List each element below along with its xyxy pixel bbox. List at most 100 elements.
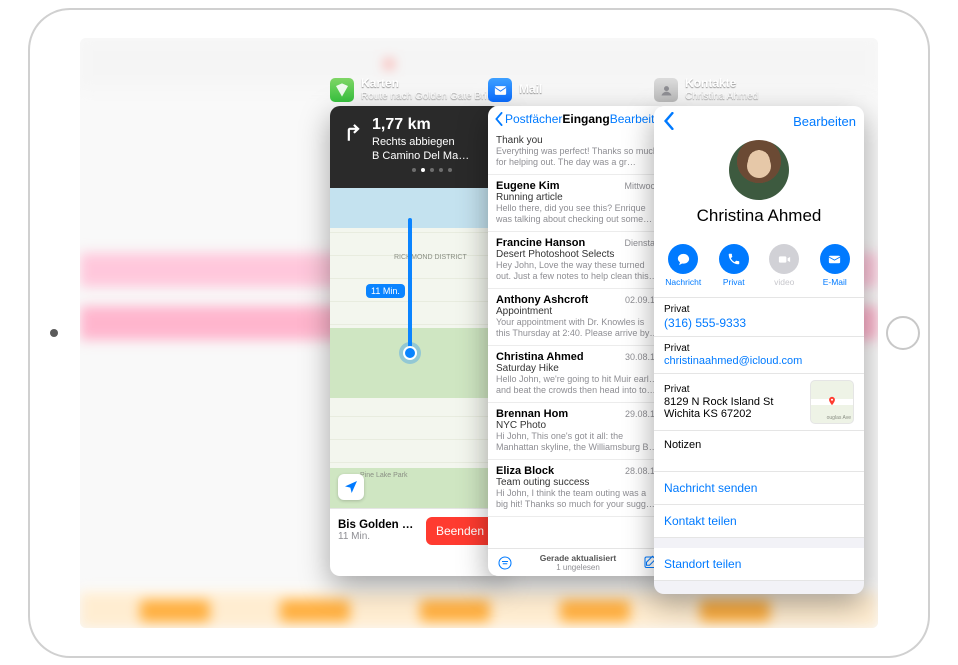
maps-app-name: Karten <box>361 77 497 91</box>
home-button[interactable] <box>886 316 920 350</box>
contact-avatar[interactable] <box>729 140 789 200</box>
mail-sender: Brennan Hom <box>496 408 568 420</box>
contact-send-message-link[interactable]: Nachricht senden <box>654 472 864 505</box>
maps-eta-badge: 11 Min. <box>366 284 405 298</box>
turn-right-icon <box>338 118 364 144</box>
contacts-app-name: Kontakte <box>685 77 758 91</box>
contact-name: Christina Ahmed <box>654 206 864 226</box>
envelope-icon <box>827 252 842 267</box>
contact-email-value: christinaahmed@icloud.com <box>664 355 854 367</box>
mail-message-item[interactable]: Thank youEverything was perfect! Thanks … <box>488 130 668 175</box>
contact-address-value: 8129 N Rock Island St Wichita KS 67202 <box>664 396 804 420</box>
mail-subject: NYC Photo <box>496 420 660 431</box>
maps-destination-title: Bis Golden G… <box>338 519 420 531</box>
maps-distance: 1,77 km <box>372 116 492 134</box>
maps-map-area[interactable]: RICHMOND DISTRICT Pine Lake Park 11 Min. <box>330 188 502 508</box>
contact-action-mail[interactable]: E-Mail <box>813 244 857 287</box>
mail-back-button[interactable]: Postfächer <box>494 112 562 126</box>
location-arrow-icon <box>343 479 359 495</box>
mail-sender: Christina Ahmed <box>496 351 584 363</box>
contact-email-row[interactable]: Privat christinaahmed@icloud.com <box>654 337 864 374</box>
mail-message-item[interactable]: Brennan Hom29.08.19NYC PhotoHi John, Thi… <box>488 403 668 460</box>
mail-app-icon <box>488 78 512 102</box>
contact-navbar: Bearbeiten <box>654 106 864 136</box>
mail-sender: Francine Hanson <box>496 237 585 249</box>
mail-app-name: Mail <box>519 83 542 97</box>
mail-navbar: Postfächer Eingang Bearbeit… <box>488 106 668 130</box>
contact-address-map-thumbnail[interactable]: ouglas Ave <box>810 380 854 424</box>
contact-share-contact-link[interactable]: Kontakt teilen <box>654 505 864 538</box>
mail-sender: Eliza Block <box>496 465 554 477</box>
stack-header-contacts[interactable]: Kontakte Christina Ahmed <box>654 72 758 108</box>
mail-subject: Running article <box>496 192 660 203</box>
contact-header: Christina Ahmed <box>654 136 864 236</box>
contact-share-location-link[interactable]: Standort teilen <box>654 548 864 581</box>
maps-locate-button[interactable] <box>338 474 364 500</box>
ipad-screen: Karten Route nach Golden Gate Bri… 1,77 … <box>80 38 878 628</box>
contact-action-video: video <box>762 244 806 287</box>
maps-app-icon <box>330 78 354 102</box>
mail-preview: Hello John, we're going to hit Muir earl… <box>496 374 660 396</box>
mail-message-item[interactable]: Eliza Block28.08.19Team outing successHi… <box>488 460 668 517</box>
contact-action-call[interactable]: Privat <box>712 244 756 287</box>
maps-card[interactable]: 1,77 km Rechts abbiegen B Camino Del Ma…… <box>330 106 502 576</box>
contact-action-row: Nachricht Privat video E-Mail <box>654 236 864 298</box>
mail-subject: Desert Photoshoot Selects <box>496 249 660 260</box>
contact-address-row[interactable]: Privat 8129 N Rock Island St Wichita KS … <box>654 374 864 431</box>
mail-subject: Saturday Hike <box>496 363 660 374</box>
mail-message-list[interactable]: Thank youEverything was perfect! Thanks … <box>488 130 668 548</box>
contact-phone-value: (316) 555-9333 <box>664 316 854 330</box>
maps-current-location-dot <box>403 346 417 360</box>
maps-end-button[interactable]: Beenden <box>426 517 494 545</box>
mail-message-item[interactable]: Anthony Ashcroft02.09.19AppointmentYour … <box>488 289 668 346</box>
maps-destination-eta: 11 Min. <box>338 531 420 542</box>
contact-email-label: Privat <box>664 343 854 354</box>
maps-app-subtitle: Route nach Golden Gate Bri… <box>361 91 497 103</box>
contact-action-mail-label: E-Mail <box>823 277 847 287</box>
mail-preview: Hello there, did you see this? Enrique w… <box>496 203 660 225</box>
mail-filter-button[interactable] <box>496 554 514 572</box>
video-icon <box>777 252 792 267</box>
contact-notes-label: Notizen <box>664 439 854 451</box>
contact-action-call-label: Privat <box>723 277 745 287</box>
mail-message-item[interactable]: Eugene KimMittwochRunning articleHello t… <box>488 175 668 232</box>
mail-message-item[interactable]: Christina Ahmed30.08.19Saturday HikeHell… <box>488 346 668 403</box>
contact-action-video-label: video <box>774 277 794 287</box>
contact-edit-button[interactable]: Bearbeiten <box>793 114 856 129</box>
ipad-frame: Karten Route nach Golden Gate Bri… 1,77 … <box>28 8 930 658</box>
contact-card[interactable]: Bearbeiten Christina Ahmed Nachricht Pri… <box>654 106 864 594</box>
maps-instruction: Rechts abbiegen B Camino Del Ma… <box>372 136 492 164</box>
contact-action-message[interactable]: Nachricht <box>661 244 705 287</box>
contact-action-message-label: Nachricht <box>665 277 701 287</box>
contact-phone-row[interactable]: Privat (316) 555-9333 <box>654 298 864 337</box>
maps-footer: Bis Golden G… 11 Min. Beenden <box>330 508 502 553</box>
mail-status-unread: 1 ungelesen <box>514 563 642 572</box>
map-pin-icon <box>827 394 837 408</box>
contact-notes-section[interactable]: Notizen <box>654 431 864 472</box>
mail-subject: Team outing success <box>496 477 660 488</box>
camera-dot <box>50 329 58 337</box>
mail-sender: Eugene Kim <box>496 180 560 192</box>
mail-message-item[interactable]: Francine HansonDienstagDesert Photoshoot… <box>488 232 668 289</box>
message-icon <box>676 252 691 267</box>
chevron-left-icon <box>662 112 676 130</box>
stack-header-maps[interactable]: Karten Route nach Golden Gate Bri… <box>330 72 497 108</box>
contact-phone-label: Privat <box>664 304 854 315</box>
mail-preview: Your appointment with Dr. Knowles is thi… <box>496 317 660 339</box>
mail-subject: Appointment <box>496 306 660 317</box>
mail-subject: Thank you <box>496 135 660 146</box>
map-label-district: RICHMOND DISTRICT <box>394 254 467 262</box>
map-label-park: Pine Lake Park <box>360 472 407 479</box>
contact-back-button[interactable] <box>662 112 676 130</box>
maps-direction-banner[interactable]: 1,77 km Rechts abbiegen B Camino Del Ma… <box>330 106 502 188</box>
mail-preview: Hi John, This one's got it all: the Manh… <box>496 431 660 453</box>
mail-status-updated: Gerade aktualisiert <box>514 553 642 563</box>
contacts-app-subtitle: Christina Ahmed <box>685 91 758 103</box>
mail-inbox-title: Eingang <box>562 112 609 126</box>
stack-header-mail[interactable]: Mail <box>488 72 542 108</box>
mail-preview: Everything was perfect! Thanks so much f… <box>496 146 660 168</box>
mail-card[interactable]: Postfächer Eingang Bearbeit… Thank youEv… <box>488 106 668 576</box>
maps-page-dots[interactable] <box>372 164 492 178</box>
mail-preview: Hey John, Love the way these turned out.… <box>496 260 660 282</box>
contact-map-street-label: ouglas Ave <box>827 415 851 421</box>
